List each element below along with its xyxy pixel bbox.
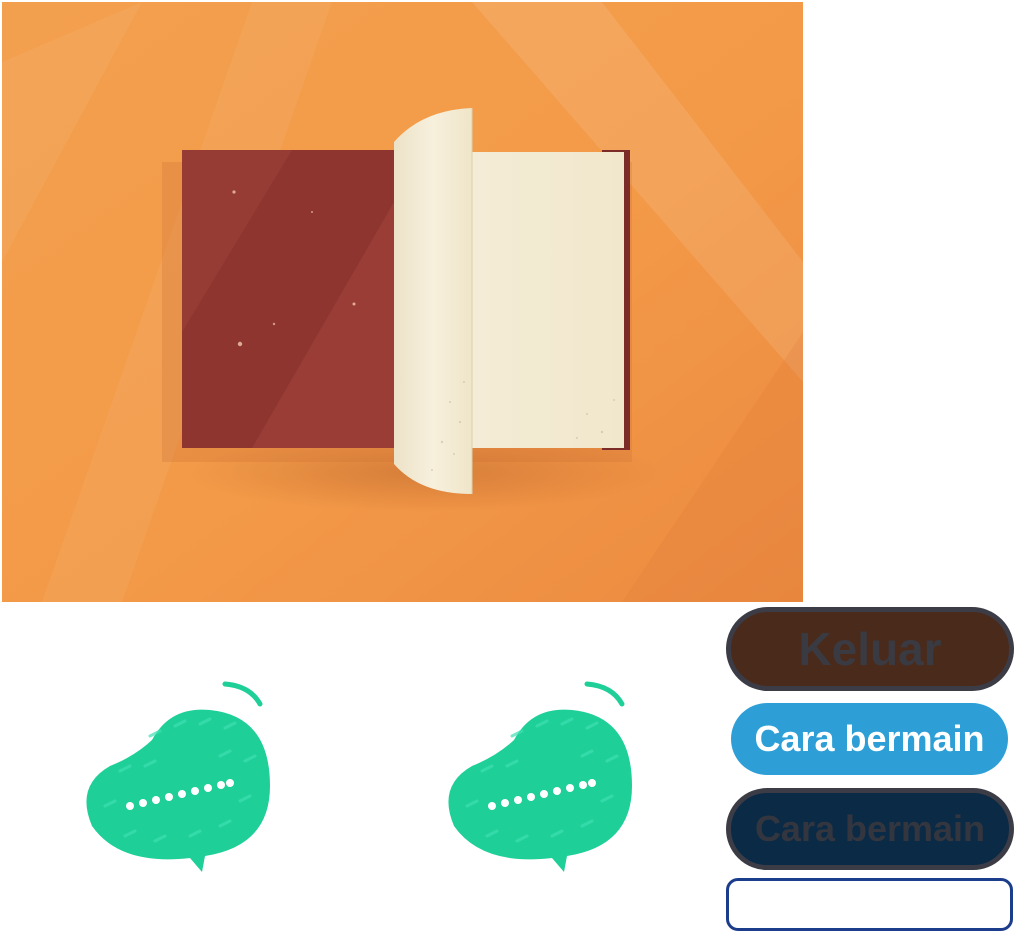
cara-bermain-button-pressed[interactable]: Cara bermain: [726, 788, 1014, 870]
keluar-button[interactable]: Keluar: [726, 607, 1014, 691]
title-illustration: [2, 2, 803, 602]
keluar-button-label: Keluar: [798, 623, 942, 675]
speech-bubble-icon: [80, 676, 280, 881]
cara-bermain-button[interactable]: Cara bermain: [731, 703, 1008, 775]
game-menu-screen: Keluar Cara bermain Cara bermain: [0, 0, 1017, 934]
speech-bubble-icon: [442, 676, 642, 881]
cara-bermain-button-label: Cara bermain: [754, 718, 985, 759]
cara-bermain-pressed-label: Cara bermain: [754, 808, 986, 849]
empty-text-field[interactable]: [726, 878, 1013, 931]
open-book-icon: [2, 2, 803, 602]
